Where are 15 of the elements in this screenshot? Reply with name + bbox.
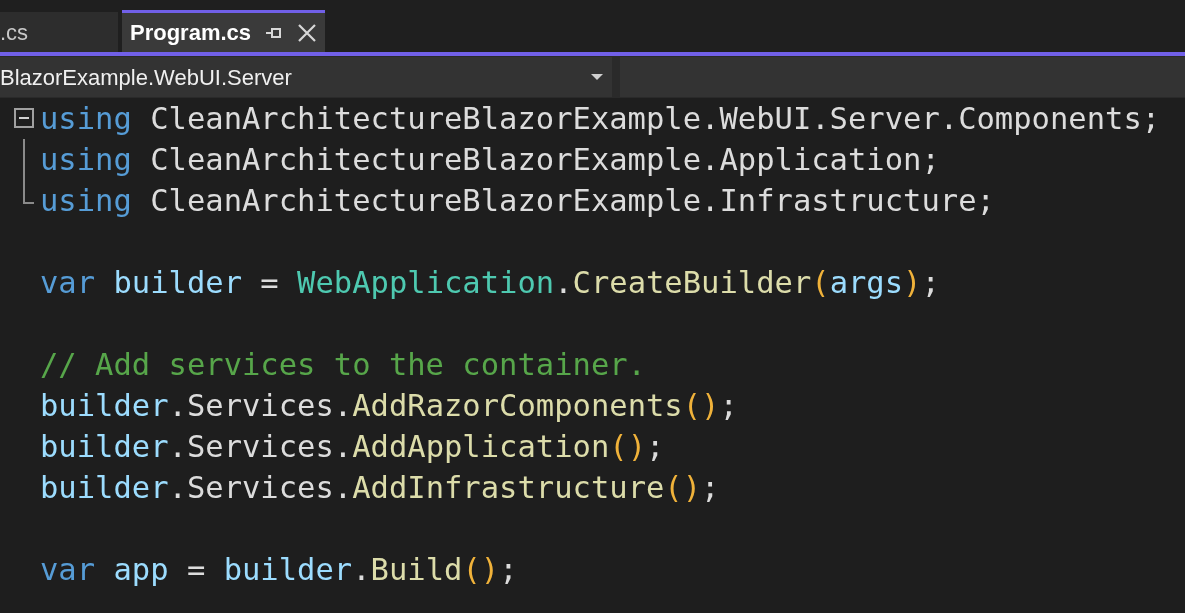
- code-line: builder.Services.AddApplication();: [40, 428, 665, 466]
- close-icon[interactable]: [297, 22, 318, 43]
- project-dropdown[interactable]: BlazorExample.WebUI.Server: [0, 57, 612, 97]
- editor-tab[interactable]: Program.cs: [122, 10, 326, 52]
- code-line: builder.Services.AddInfrastructure();: [40, 469, 720, 507]
- code-line: using CleanArchitectureBlazorExample.Infrastructure;: [40, 182, 995, 220]
- code-line: using CleanArchitectureBlazorExample.WebUI.Server.Components;: [40, 100, 1161, 138]
- code-line: using CleanArchitectureBlazorExample.Application;: [40, 141, 940, 179]
- caret-icon: [590, 73, 604, 81]
- code-line: builder.Services.AddRazorComponents();: [40, 387, 738, 425]
- editor-tab[interactable]: .cs: [0, 12, 118, 52]
- code-comment: // Add services to the container.: [40, 346, 646, 384]
- code-line: var app = builder.Build();: [40, 551, 518, 589]
- fold-toggle-icon[interactable]: [14, 108, 34, 128]
- code-line: var builder = WebApplication.CreateBuilder(args);: [40, 264, 940, 302]
